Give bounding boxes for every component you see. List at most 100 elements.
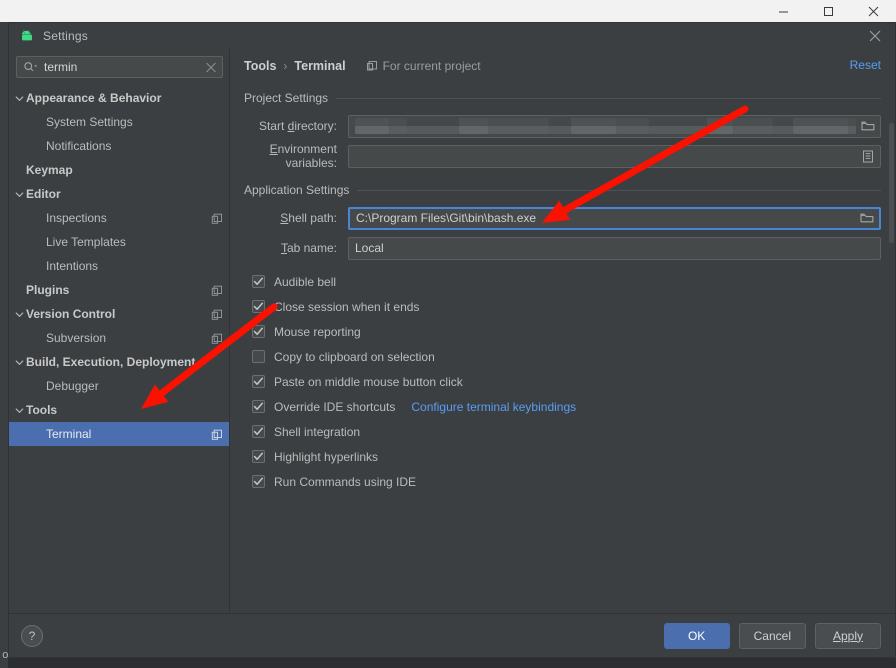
chevron-down-icon[interactable] (13, 182, 26, 206)
sidebar-item-tools[interactable]: Tools (9, 398, 229, 422)
sidebar-item-live-templates[interactable]: Live Templates (9, 230, 229, 254)
sidebar-item-label: Notifications (46, 139, 112, 153)
apply-button[interactable]: Apply (815, 622, 881, 649)
chevron-down-icon[interactable] (13, 86, 26, 110)
field-label-tab-name: Tab name: (280, 241, 337, 255)
checkbox-row-copy-to-clipboard-on-selection: Copy to clipboard on selection (252, 344, 881, 369)
checkbox-close-session-when-it-ends[interactable] (252, 300, 265, 313)
search-icon (24, 62, 38, 72)
checkbox-row-override-ide-shortcuts: Override IDE shortcuts Configure terminal… (252, 394, 881, 419)
copy-settings-icon[interactable] (211, 212, 223, 224)
application-settings-title: Application Settings (244, 183, 350, 197)
checkbox-audible-bell[interactable] (252, 275, 265, 288)
help-button[interactable]: ? (21, 624, 43, 647)
section-divider (336, 97, 881, 99)
project-settings-section: Project Settings Start directory: Environ… (230, 91, 895, 171)
checkbox-label: Paste on middle mouse button click (274, 374, 463, 389)
checkbox-highlight-hyperlinks[interactable] (252, 450, 265, 463)
copy-settings-icon[interactable] (211, 308, 223, 320)
settings-dialog: Settings termin Appearance & Behavior Sy… (8, 22, 896, 658)
sidebar-item-version-control[interactable]: Version Control (9, 302, 229, 326)
input-shell-path[interactable]: C:\Program Files\Git\bin\bash.exe (348, 206, 881, 230)
cancel-button[interactable]: Cancel (738, 622, 806, 649)
sidebar-item-debugger[interactable]: Debugger (9, 374, 229, 398)
chevron-down-icon[interactable] (13, 350, 26, 374)
dialog-close-button[interactable] (865, 26, 885, 46)
reset-link[interactable]: Reset (850, 58, 881, 72)
checkbox-label: Close session when it ends (274, 299, 420, 314)
input-start-directory[interactable] (348, 114, 881, 138)
breadcrumb-current: Terminal (294, 59, 346, 73)
search-input[interactable] (38, 60, 205, 74)
checkbox-row-audible-bell: Audible bell (252, 269, 881, 294)
sidebar-item-label: Subversion (46, 331, 107, 345)
window-maximize-button[interactable] (806, 0, 851, 22)
window-minimize-button[interactable] (761, 0, 806, 22)
main-scrollbar-thumb[interactable] (889, 123, 894, 243)
sidebar-item-appearance-behavior[interactable]: Appearance & Behavior (9, 86, 229, 110)
sidebar-item-editor[interactable]: Editor (9, 182, 229, 206)
field-row-start-directory: Start directory: (244, 111, 881, 141)
breadcrumb: Tools › Terminal For current project Res… (230, 49, 895, 83)
field-row-tab-name: Tab name: Local (244, 233, 881, 263)
window-close-button[interactable] (851, 0, 896, 22)
field-row-environment-variables: Environment variables: (244, 141, 881, 171)
checkbox-paste-on-middle-mouse-button-click[interactable] (252, 375, 265, 388)
chevron-down-icon[interactable] (13, 302, 26, 326)
terminal-options-list: Audible bell Close session when it ends Mo… (230, 263, 895, 494)
sidebar-item-keymap[interactable]: Keymap (9, 158, 229, 182)
checkbox-label: Mouse reporting (274, 324, 361, 339)
chevron-down-icon[interactable] (13, 398, 26, 422)
sidebar-item-build-execution-deployment[interactable]: Build, Execution, Deployment (9, 350, 229, 374)
sidebar-item-terminal[interactable]: Terminal (9, 422, 229, 446)
breadcrumb-parent[interactable]: Tools (244, 59, 276, 73)
sidebar-item-system-settings[interactable]: System Settings (9, 110, 229, 134)
breadcrumb-separator-icon: › (283, 59, 288, 73)
field-label-shell-path: Shell path: (280, 211, 337, 225)
sidebar-item-notifications[interactable]: Notifications (9, 134, 229, 158)
checkbox-override-ide-shortcuts[interactable] (252, 400, 265, 413)
settings-sidebar: Appearance & Behavior System Settings Noti… (9, 49, 230, 613)
search-box[interactable] (16, 56, 223, 78)
ide-left-toolwindow-strip (0, 22, 8, 668)
copy-settings-icon[interactable] (211, 428, 223, 440)
ok-button[interactable]: OK (663, 622, 730, 649)
clear-x-icon[interactable] (205, 62, 217, 73)
checkbox-copy-to-clipboard-on-selection[interactable] (252, 350, 265, 363)
input-environment-variables[interactable] (348, 144, 881, 168)
checkbox-run-commands-using-ide[interactable] (252, 475, 265, 488)
sidebar-item-label: Appearance & Behavior (26, 91, 162, 105)
folder-icon[interactable] (855, 209, 879, 228)
sidebar-item-inspections[interactable]: Inspections (9, 206, 229, 230)
application-settings-header: Application Settings (244, 183, 881, 197)
main-scrollbar[interactable] (888, 49, 895, 613)
sidebar-item-label: Terminal (46, 427, 92, 441)
input-value: C:\Program Files\Git\bin\bash.exe (356, 211, 537, 225)
checkbox-label: Shell integration (274, 424, 361, 439)
application-settings-fields: Shell path: C:\Program Files\Git\bin\bash… (244, 203, 881, 263)
sidebar-item-subversion[interactable]: Subversion (9, 326, 229, 350)
checkbox-row-mouse-reporting: Mouse reporting (252, 319, 881, 344)
sidebar-item-label: Tools (26, 403, 58, 417)
field-label-environment-variables: Environment variables: (269, 142, 337, 170)
copy-settings-icon[interactable] (211, 284, 223, 296)
checkbox-row-paste-on-middle-mouse-button-click: Paste on middle mouse button click (252, 369, 881, 394)
folder-icon[interactable] (856, 116, 880, 137)
configure-terminal-keybindings-link[interactable]: Configure terminal keybindings (411, 400, 576, 414)
input-value: Local (355, 241, 384, 255)
field-row-shell-path: Shell path: C:\Program Files\Git\bin\bash… (244, 203, 881, 233)
checkbox-row-highlight-hyperlinks: Highlight hyperlinks (252, 444, 881, 469)
copy-settings-icon[interactable] (211, 332, 223, 344)
checkbox-mouse-reporting[interactable] (252, 325, 265, 338)
input-tab-name[interactable]: Local (348, 236, 881, 260)
sidebar-item-plugins[interactable]: Plugins (9, 278, 229, 302)
sidebar-item-intentions[interactable]: Intentions (9, 254, 229, 278)
checkbox-shell-integration[interactable] (252, 425, 265, 438)
list-document-icon[interactable] (856, 146, 880, 167)
apply-button-label: Apply (832, 628, 864, 643)
